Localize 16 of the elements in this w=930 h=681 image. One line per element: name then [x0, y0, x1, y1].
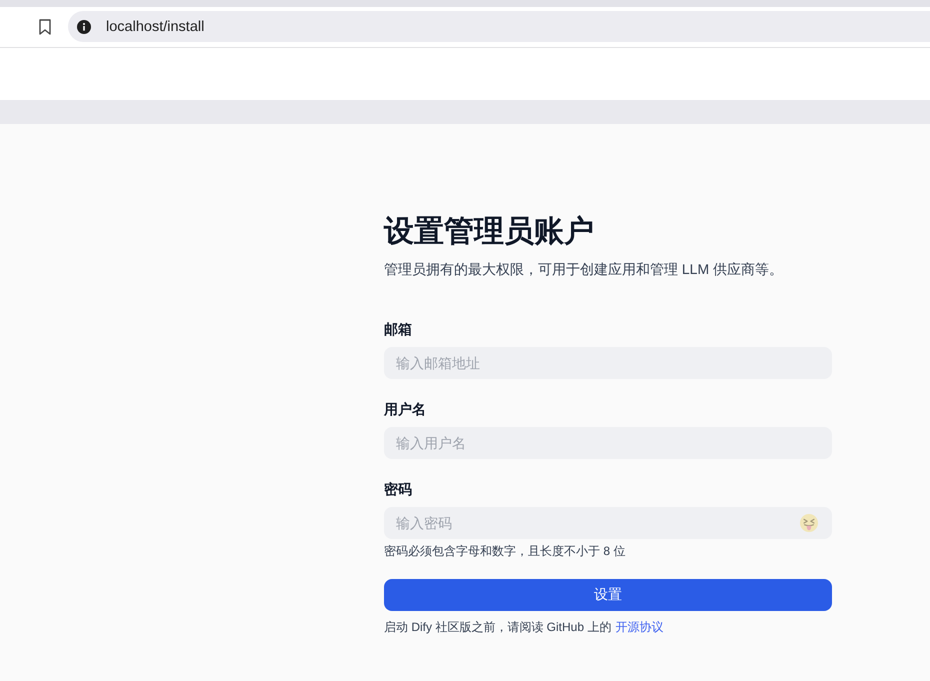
input-field[interactable]: 输入邮箱地址: [384, 347, 832, 379]
field-label: 用户名: [384, 400, 426, 419]
field-label: 密码: [384, 480, 412, 499]
address-bar[interactable]: localhost/install: [68, 11, 930, 42]
footer-note: 启动 Dify 社区版之前，请阅读 GitHub 上的 开源协议: [384, 619, 664, 635]
input-field[interactable]: 输入密码: [384, 507, 832, 539]
info-icon[interactable]: [77, 20, 91, 34]
submit-button[interactable]: 设置: [384, 579, 832, 611]
field-label: 邮箱: [384, 320, 412, 339]
page-subtitle: 管理员拥有的最大权限，可用于创建应用和管理 LLM 供应商等。: [384, 260, 784, 279]
url-text: localhost/install: [106, 18, 204, 34]
license-link[interactable]: 开源协议: [615, 620, 664, 634]
bookmark-icon[interactable]: [39, 18, 51, 34]
page-title: 设置管理员账户: [384, 214, 594, 250]
input-field[interactable]: 输入用户名: [384, 427, 832, 459]
field-hint: 密码必须包含字母和数字，且长度不小于 8 位: [384, 543, 626, 559]
